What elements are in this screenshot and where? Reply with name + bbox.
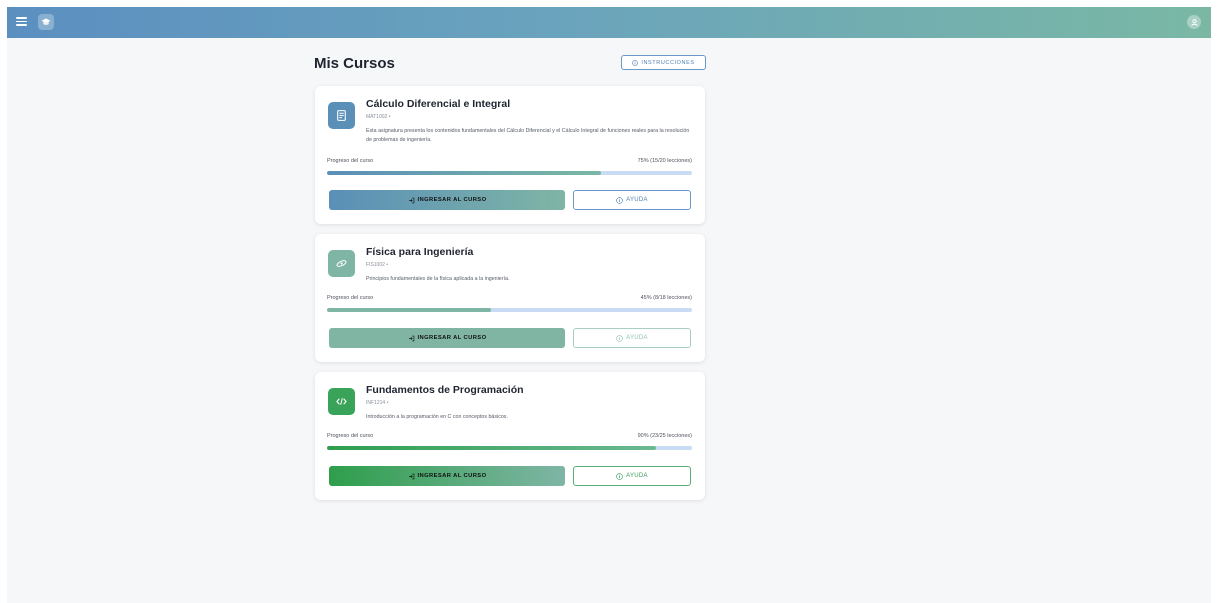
course-title: Cálculo Diferencial e Integral [366, 98, 511, 110]
course-description: Esta asignatura presenta los contenidos … [366, 128, 690, 143]
progress-value: 75% (15/20 lecciones) [637, 158, 692, 164]
progress-fill [327, 446, 656, 450]
enter-course-label: INGRESAR AL CURSO [417, 197, 487, 203]
login-icon [408, 473, 414, 479]
info-icon [616, 334, 623, 342]
course-card: Física para Ingeniería FIS1002 • Princip… [315, 234, 705, 362]
info-icon [616, 472, 623, 480]
progress-label: Progreso del curso [327, 433, 374, 439]
login-icon [408, 197, 414, 203]
course-code: MAT1002 • [366, 114, 391, 120]
help-label: AYUDA [626, 335, 648, 341]
code-icon [328, 388, 355, 415]
progress-bar [327, 446, 692, 450]
progress-value: 45% (8/18 lecciones) [640, 295, 692, 301]
course-description: Introducción a la programación en C con … [366, 414, 508, 420]
atom-icon [328, 250, 355, 277]
progress-label: Progreso del curso [327, 158, 374, 164]
instructions-label: INSTRUCCIONES [641, 59, 695, 66]
graduation-cap-icon[interactable] [38, 14, 54, 30]
user-avatar-icon[interactable] [1187, 15, 1201, 29]
help-button[interactable]: AYUDA [573, 190, 691, 210]
course-title: Física para Ingeniería [366, 246, 474, 258]
course-title: Fundamentos de Programación [366, 384, 524, 396]
course-description: Principios fundamentales de la física ap… [366, 276, 510, 282]
course-card: Cálculo Diferencial e Integral MAT1002 •… [315, 86, 705, 224]
progress-fill [327, 171, 601, 175]
course-code: INF1214 • [366, 400, 389, 406]
enter-course-button[interactable]: INGRESAR AL CURSO [329, 466, 565, 486]
info-icon [632, 59, 639, 66]
help-button[interactable]: AYUDA [573, 466, 691, 486]
help-label: AYUDA [626, 197, 648, 203]
enter-course-button[interactable]: INGRESAR AL CURSO [329, 190, 565, 210]
enter-course-button[interactable]: INGRESAR AL CURSO [329, 328, 565, 348]
course-code: FIS1002 • [366, 262, 389, 268]
hamburger-menu-icon[interactable] [16, 17, 27, 26]
top-app-bar [7, 7, 1211, 38]
progress-label: Progreso del curso [327, 295, 374, 301]
info-icon [616, 196, 623, 204]
instructions-button[interactable]: INSTRUCCIONES [621, 55, 706, 70]
page-title: Mis Cursos [314, 55, 395, 72]
app-frame: Mis Cursos INSTRUCCIONES Cálculo Diferen… [7, 7, 1211, 603]
course-card: Fundamentos de Programación INF1214 • In… [315, 372, 705, 500]
progress-bar [327, 171, 692, 175]
progress-fill [327, 308, 492, 312]
enter-course-label: INGRESAR AL CURSO [417, 335, 487, 341]
login-icon [408, 335, 414, 341]
help-label: AYUDA [626, 473, 648, 479]
help-button[interactable]: AYUDA [573, 328, 691, 348]
document-icon [328, 102, 355, 129]
progress-value: 90% (23/25 lecciones) [637, 433, 692, 439]
progress-bar [327, 308, 692, 312]
enter-course-label: INGRESAR AL CURSO [417, 473, 487, 479]
